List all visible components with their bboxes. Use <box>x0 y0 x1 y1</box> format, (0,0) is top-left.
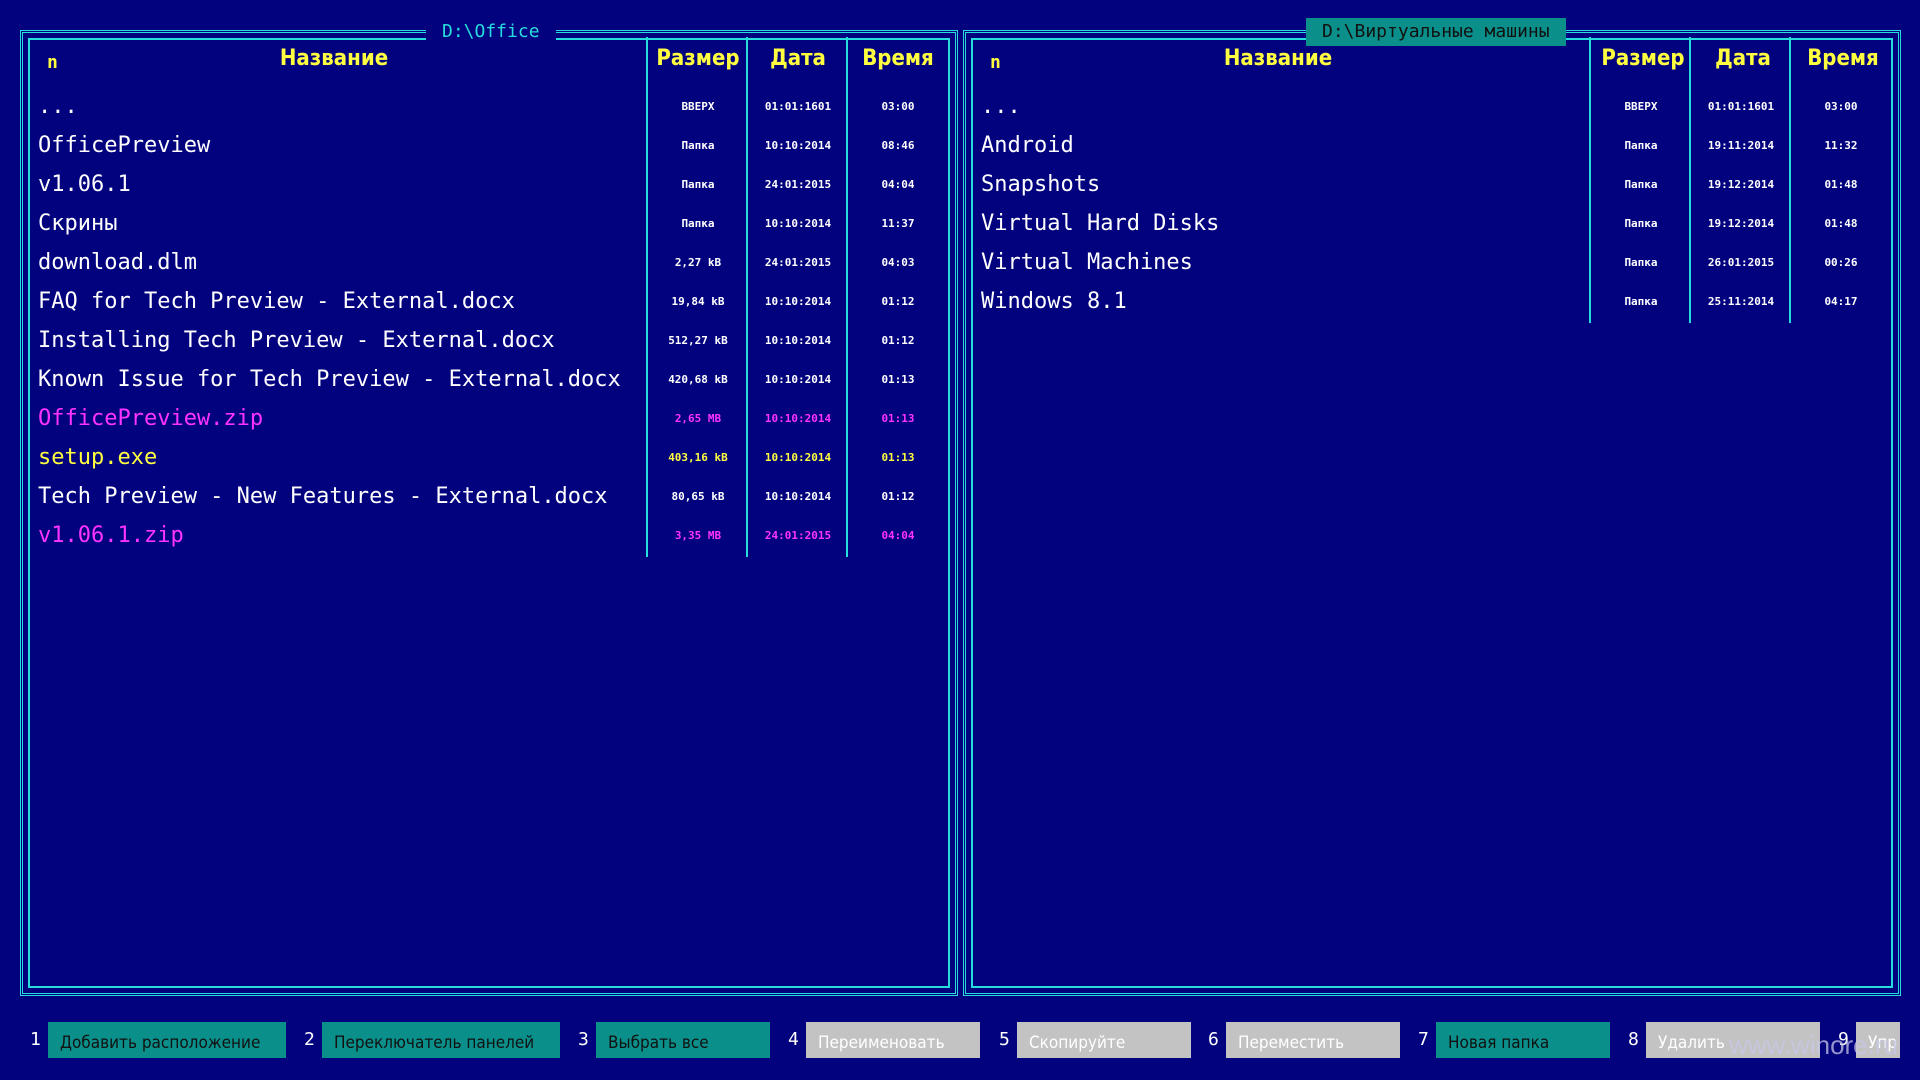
file-row[interactable]: Android Папка 19:11:2014 11:32 <box>0 126 1920 165</box>
function-key-button[interactable]: Переключатель панелей <box>322 1022 560 1058</box>
file-size: Папка <box>1624 295 1658 308</box>
file-name: Installing Tech Preview - External.docx <box>38 328 555 353</box>
file-date: 25:11:2014 <box>1707 295 1775 308</box>
left-header-time[interactable]: Время <box>848 44 948 74</box>
file-row[interactable]: ... ВВЕРХ 01:01:1601 03:00 <box>0 87 1920 126</box>
file-time: 01:13 <box>881 412 915 425</box>
right-panel-path: D:\Виртуальные машины <box>1306 18 1566 46</box>
function-key-bar: 1 Добавить расположение 2 Переключатель пан… <box>0 1022 1920 1058</box>
file-name: Android <box>981 133 1074 158</box>
file-row[interactable]: Virtual Hard Disks Папка 19:12:2014 01:48 <box>0 204 1920 243</box>
file-name: Windows 8.1 <box>981 289 1127 314</box>
file-date: 10:10:2014 <box>764 490 832 503</box>
right-sort-indicator[interactable]: n <box>990 52 1001 73</box>
file-size: 3,35 MB <box>674 529 722 542</box>
file-size: ВВЕРХ <box>1624 100 1658 113</box>
watermark: www.winore.ru <box>1728 1030 1898 1060</box>
file-row[interactable]: Installing Tech Preview - External.docx 5… <box>0 321 1920 360</box>
file-name: Known Issue for Tech Preview - External.… <box>38 367 621 392</box>
file-date: 19:12:2014 <box>1707 217 1775 230</box>
left-header-size[interactable]: Размер <box>648 44 748 74</box>
function-key-number: 4 <box>788 1029 799 1050</box>
file-time: 01:12 <box>881 490 915 503</box>
file-time: 01:48 <box>1824 217 1858 230</box>
file-time: 01:48 <box>1824 178 1858 191</box>
file-row[interactable]: v1.06.1.zip 3,35 MB 24:01:2015 04:04 <box>0 516 1920 555</box>
file-date: 19:11:2014 <box>1707 139 1775 152</box>
function-key-number: 3 <box>578 1029 589 1050</box>
function-key-button[interactable]: Новая папка <box>1436 1022 1610 1058</box>
file-time: 04:17 <box>1824 295 1858 308</box>
file-row[interactable]: Known Issue for Tech Preview - External.… <box>0 360 1920 399</box>
left-panel-path: D:\Office <box>426 18 556 46</box>
right-header-time[interactable]: Время <box>1793 44 1893 74</box>
function-key-number: 2 <box>304 1029 315 1050</box>
file-name: ... <box>981 94 1021 119</box>
function-key-number: 1 <box>30 1029 41 1050</box>
file-size: Папка <box>1624 217 1658 230</box>
file-date: 24:01:2015 <box>764 529 832 542</box>
file-time: 03:00 <box>1824 100 1858 113</box>
file-row[interactable]: Snapshots Папка 19:12:2014 01:48 <box>0 165 1920 204</box>
function-key-button[interactable]: Выбрать все <box>596 1022 770 1058</box>
right-header-date[interactable]: Дата <box>1693 44 1793 74</box>
file-row[interactable]: Windows 8.1 Папка 25:11:2014 04:17 <box>0 282 1920 321</box>
file-row[interactable]: OfficePreview.zip 2,65 MB 10:10:2014 01:13 <box>0 399 1920 438</box>
file-date: 10:10:2014 <box>764 334 832 347</box>
file-date: 10:10:2014 <box>764 451 832 464</box>
file-size: 420,68 kB <box>668 373 728 386</box>
file-size: 80,65 kB <box>671 490 725 503</box>
file-time: 01:13 <box>881 373 915 386</box>
left-header-date[interactable]: Дата <box>748 44 848 74</box>
function-key-button[interactable]: Добавить расположение <box>48 1022 286 1058</box>
file-name: Virtual Machines <box>981 250 1193 275</box>
function-key-number: 6 <box>1208 1029 1219 1050</box>
file-size: Папка <box>1624 139 1658 152</box>
file-name: setup.exe <box>38 445 158 470</box>
right-header-name[interactable]: Название <box>1003 44 1553 74</box>
file-time: 01:12 <box>881 334 915 347</box>
function-key-button[interactable]: Переименовать <box>806 1022 980 1058</box>
file-date: 01:01:1601 <box>1707 100 1775 113</box>
file-name: v1.06.1.zip <box>38 523 184 548</box>
file-name: Tech Preview - New Features - External.d… <box>38 484 608 509</box>
file-date: 10:10:2014 <box>764 412 832 425</box>
file-size: 403,16 kB <box>668 451 728 464</box>
file-date: 19:12:2014 <box>1707 178 1775 191</box>
file-size: 512,27 kB <box>668 334 728 347</box>
function-key-number: 8 <box>1628 1029 1639 1050</box>
right-header-size[interactable]: Размер <box>1593 44 1693 74</box>
file-name: Virtual Hard Disks <box>981 211 1220 236</box>
file-row[interactable]: Tech Preview - New Features - External.d… <box>0 477 1920 516</box>
file-date: 10:10:2014 <box>764 373 832 386</box>
file-time: 11:32 <box>1824 139 1858 152</box>
file-size: 2,65 MB <box>674 412 722 425</box>
function-key-button[interactable]: Переместить <box>1226 1022 1400 1058</box>
left-sort-indicator[interactable]: n <box>47 52 58 73</box>
file-row[interactable]: setup.exe 403,16 kB 10:10:2014 01:13 <box>0 438 1920 477</box>
file-row[interactable]: Virtual Machines Папка 26:01:2015 00:26 <box>0 243 1920 282</box>
function-key-number: 7 <box>1418 1029 1429 1050</box>
file-date: 26:01:2015 <box>1707 256 1775 269</box>
file-size: Папка <box>1624 178 1658 191</box>
file-time: 00:26 <box>1824 256 1858 269</box>
left-header-name[interactable]: Название <box>60 44 608 74</box>
file-name: Snapshots <box>981 172 1101 197</box>
function-key-button[interactable]: Скопируйте <box>1017 1022 1191 1058</box>
file-time: 04:04 <box>881 529 915 542</box>
file-name: OfficePreview.zip <box>38 406 264 431</box>
file-time: 01:13 <box>881 451 915 464</box>
file-size: Папка <box>1624 256 1658 269</box>
function-key-number: 5 <box>999 1029 1010 1050</box>
